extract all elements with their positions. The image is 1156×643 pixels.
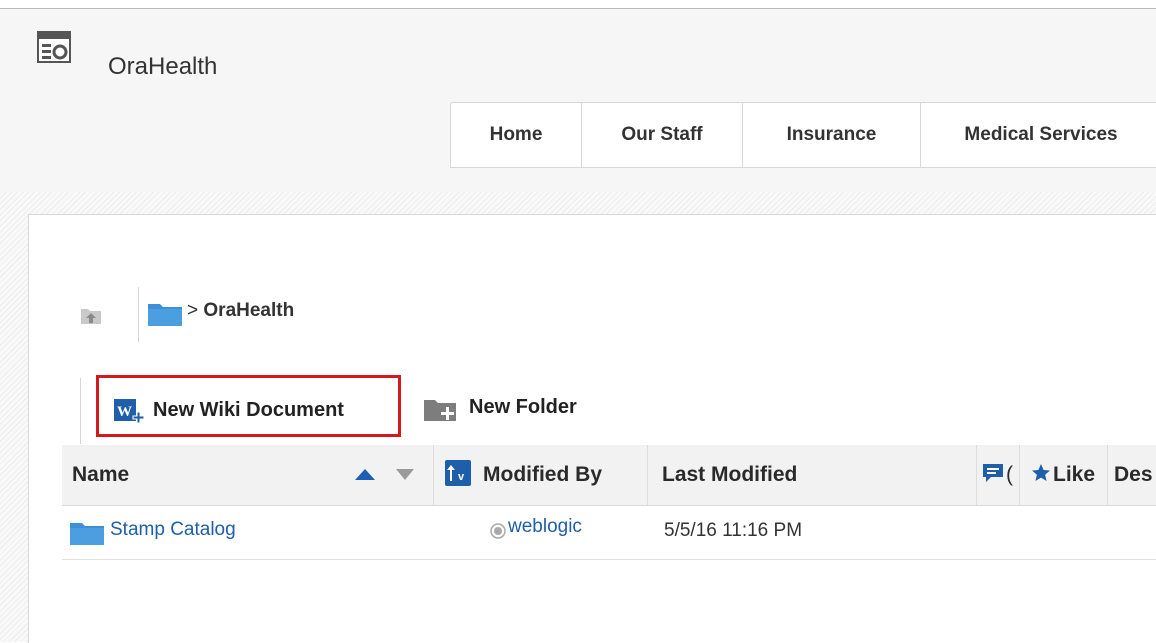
- column-divider[interactable]: [647, 445, 648, 505]
- comment-icon[interactable]: [983, 464, 1003, 482]
- breadcrumb-separator: >: [187, 300, 199, 321]
- folder-icon: [70, 523, 104, 545]
- column-header-modified-by[interactable]: Modified By: [483, 445, 643, 505]
- column-divider[interactable]: [1019, 445, 1020, 505]
- version-icon[interactable]: v: [445, 460, 471, 486]
- column-header-name[interactable]: Name: [72, 445, 272, 505]
- table-row[interactable]: Stamp Catalog weblogic 5/5/16 11:16 PM: [62, 506, 1156, 560]
- sort-ascending-icon[interactable]: [355, 469, 375, 480]
- column-header-comments[interactable]: (: [1006, 445, 1016, 505]
- folder-up-icon[interactable]: [80, 303, 102, 325]
- new-wiki-document-button[interactable]: W New Wiki Document: [96, 375, 401, 437]
- column-divider[interactable]: [1107, 445, 1108, 505]
- nav-tab-our-staff[interactable]: Our Staff: [582, 103, 743, 167]
- presence-status-icon: [490, 523, 506, 539]
- svg-text:v: v: [458, 471, 465, 483]
- wiki-document-icon: W: [114, 399, 144, 424]
- column-divider[interactable]: [433, 445, 434, 505]
- column-header-description[interactable]: Des: [1114, 445, 1156, 505]
- new-folder-label: New Folder: [469, 396, 577, 418]
- last-modified-date: 5/5/16 11:16 PM: [664, 520, 803, 541]
- column-header-like[interactable]: Like: [1053, 445, 1099, 505]
- new-folder-icon: [424, 400, 456, 421]
- modified-by-user-link[interactable]: weblogic: [508, 516, 582, 538]
- table-header: Name v Modified By Last Modified ( Like …: [62, 445, 1156, 506]
- breadcrumb: > OraHealth: [187, 300, 294, 322]
- portal-app-icon: [37, 31, 71, 63]
- folder-icon[interactable]: [148, 302, 182, 326]
- breadcrumb-folder-link[interactable]: OraHealth: [203, 300, 294, 321]
- sort-descending-icon[interactable]: [396, 469, 414, 480]
- star-icon[interactable]: [1031, 463, 1051, 483]
- svg-text:W: W: [117, 404, 132, 420]
- nav-tab-home[interactable]: Home: [451, 103, 582, 167]
- column-divider[interactable]: [976, 445, 977, 505]
- item-name-link[interactable]: Stamp Catalog: [110, 519, 236, 541]
- top-rule: [0, 0, 1156, 9]
- breadcrumb-divider: [138, 287, 139, 342]
- column-header-last-modified[interactable]: Last Modified: [662, 445, 962, 505]
- nav-tab-medical-services[interactable]: Medical Services: [921, 103, 1156, 167]
- new-wiki-document-label: New Wiki Document: [153, 399, 344, 421]
- nav-tab-insurance[interactable]: Insurance: [743, 103, 921, 167]
- app-title: OraHealth: [108, 53, 218, 80]
- top-navigation: Home Our Staff Insurance Medical Service…: [450, 102, 1156, 168]
- toolbar-divider: [80, 378, 81, 444]
